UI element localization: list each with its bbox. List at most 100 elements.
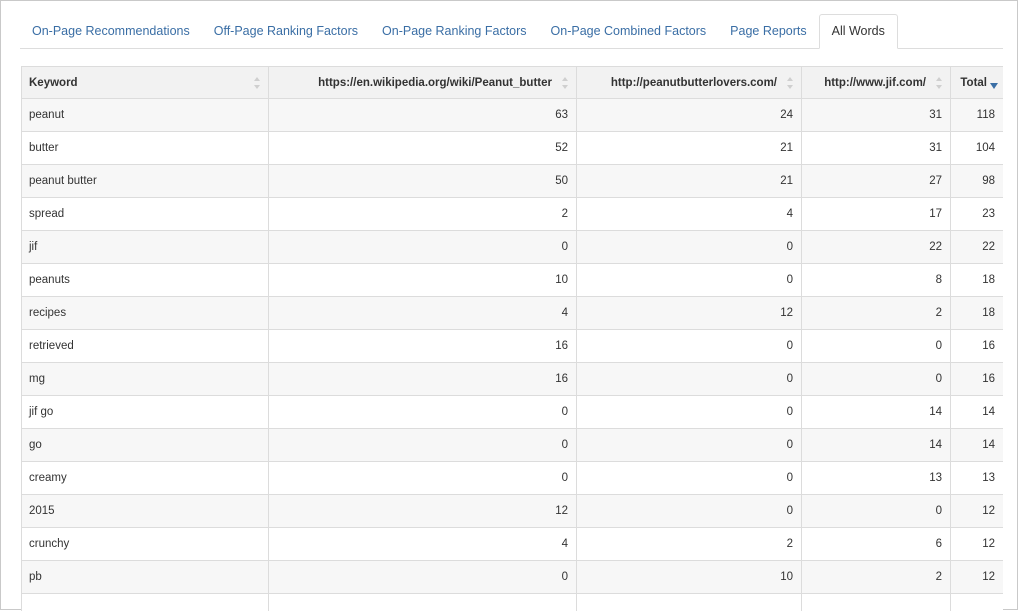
- cell-peanutbutterlovers-count: 21: [577, 165, 802, 198]
- column-header-label: Keyword: [29, 77, 78, 89]
- table-row: go001414: [22, 429, 1004, 462]
- table-row: [22, 594, 1004, 611]
- cell-wikipedia-count: 0: [269, 231, 577, 264]
- cell-peanutbutterlovers-count: 21: [577, 132, 802, 165]
- cell-jif-count: 13: [802, 462, 951, 495]
- cell-wikipedia-count: [269, 594, 577, 611]
- cell-jif-count: 31: [802, 99, 951, 132]
- cell-peanutbutterlovers-count: 2: [577, 528, 802, 561]
- tab-all-words[interactable]: All Words: [819, 14, 898, 49]
- cell-peanutbutterlovers-count: 4: [577, 198, 802, 231]
- column-header-peanutbutterlovers[interactable]: http://peanutbutterlovers.com/: [577, 67, 802, 99]
- cell-keyword: peanut butter: [22, 165, 269, 198]
- cell-jif-count: 2: [802, 561, 951, 594]
- cell-peanutbutterlovers-count: 0: [577, 363, 802, 396]
- cell-peanutbutterlovers-count: 10: [577, 561, 802, 594]
- cell-jif-count: 2: [802, 297, 951, 330]
- cell-jif-count: 0: [802, 363, 951, 396]
- cell-wikipedia-count: 0: [269, 561, 577, 594]
- tab-page-reports[interactable]: Page Reports: [718, 15, 818, 48]
- cell-jif-count: [802, 594, 951, 611]
- cell-total: 16: [951, 363, 1004, 396]
- cell-keyword: 2015: [22, 495, 269, 528]
- tab-on-page-recommendations[interactable]: On-Page Recommendations: [20, 15, 202, 48]
- cell-keyword: jif go: [22, 396, 269, 429]
- column-header-wikipedia[interactable]: https://en.wikipedia.org/wiki/Peanut_but…: [269, 67, 577, 99]
- cell-jif-count: 6: [802, 528, 951, 561]
- report-panel: On-Page Recommendations Off-Page Ranking…: [0, 0, 1018, 610]
- cell-keyword: butter: [22, 132, 269, 165]
- cell-peanutbutterlovers-count: 0: [577, 429, 802, 462]
- cell-total: 12: [951, 561, 1004, 594]
- cell-total: [951, 594, 1004, 611]
- table-row: 2015120012: [22, 495, 1004, 528]
- cell-wikipedia-count: 12: [269, 495, 577, 528]
- table-row: peanut632431118: [22, 99, 1004, 132]
- table-row: mg160016: [22, 363, 1004, 396]
- table-row: spread241723: [22, 198, 1004, 231]
- column-header-label: https://en.wikipedia.org/wiki/Peanut_but…: [318, 77, 552, 89]
- column-header-label: http://peanutbutterlovers.com/: [611, 77, 777, 89]
- column-header-keyword[interactable]: Keyword: [22, 67, 269, 99]
- sort-both-icon: [787, 77, 794, 89]
- cell-total: 22: [951, 231, 1004, 264]
- cell-wikipedia-count: 50: [269, 165, 577, 198]
- cell-total: 18: [951, 297, 1004, 330]
- sort-both-icon: [562, 77, 569, 89]
- cell-total: 12: [951, 495, 1004, 528]
- cell-wikipedia-count: 0: [269, 429, 577, 462]
- cell-total: 18: [951, 264, 1004, 297]
- table-body: peanut632431118butter522131104peanut but…: [22, 99, 1004, 611]
- cell-total: 13: [951, 462, 1004, 495]
- cell-keyword: retrieved: [22, 330, 269, 363]
- cell-keyword: mg: [22, 363, 269, 396]
- tab-on-page-combined-factors[interactable]: On-Page Combined Factors: [539, 15, 719, 48]
- cell-wikipedia-count: 63: [269, 99, 577, 132]
- column-header-total[interactable]: Total: [951, 67, 1004, 99]
- tab-off-page-ranking-factors[interactable]: Off-Page Ranking Factors: [202, 15, 370, 48]
- cell-peanutbutterlovers-count: 0: [577, 231, 802, 264]
- all-words-table: Keyword https://en.wikipedia.org/wiki/Pe…: [21, 66, 1003, 611]
- cell-jif-count: 22: [802, 231, 951, 264]
- cell-peanutbutterlovers-count: 24: [577, 99, 802, 132]
- table-row: recipes412218: [22, 297, 1004, 330]
- report-tabs: On-Page Recommendations Off-Page Ranking…: [20, 14, 1003, 49]
- cell-keyword: jif: [22, 231, 269, 264]
- cell-jif-count: 14: [802, 396, 951, 429]
- sort-descending-icon: [990, 83, 998, 89]
- cell-wikipedia-count: 16: [269, 363, 577, 396]
- cell-wikipedia-count: 2: [269, 198, 577, 231]
- cell-wikipedia-count: 16: [269, 330, 577, 363]
- column-header-jif[interactable]: http://www.jif.com/: [802, 67, 951, 99]
- cell-wikipedia-count: 0: [269, 462, 577, 495]
- table-row: jif002222: [22, 231, 1004, 264]
- cell-peanutbutterlovers-count: 0: [577, 330, 802, 363]
- cell-total: 16: [951, 330, 1004, 363]
- cell-jif-count: 8: [802, 264, 951, 297]
- cell-jif-count: 27: [802, 165, 951, 198]
- cell-total: 118: [951, 99, 1004, 132]
- table-row: peanuts100818: [22, 264, 1004, 297]
- sort-both-icon: [254, 77, 261, 89]
- table-row: pb010212: [22, 561, 1004, 594]
- cell-total: 12: [951, 528, 1004, 561]
- cell-jif-count: 17: [802, 198, 951, 231]
- cell-peanutbutterlovers-count: 12: [577, 297, 802, 330]
- cell-total: 98: [951, 165, 1004, 198]
- tab-on-page-ranking-factors[interactable]: On-Page Ranking Factors: [370, 15, 539, 48]
- cell-peanutbutterlovers-count: 0: [577, 495, 802, 528]
- cell-total: 23: [951, 198, 1004, 231]
- cell-wikipedia-count: 4: [269, 297, 577, 330]
- cell-total: 14: [951, 429, 1004, 462]
- column-header-label: Total: [960, 77, 987, 89]
- cell-keyword: go: [22, 429, 269, 462]
- table-row: peanut butter50212798: [22, 165, 1004, 198]
- table-row: crunchy42612: [22, 528, 1004, 561]
- cell-jif-count: 14: [802, 429, 951, 462]
- cell-wikipedia-count: 0: [269, 396, 577, 429]
- table-row: jif go001414: [22, 396, 1004, 429]
- cell-keyword: peanut: [22, 99, 269, 132]
- cell-keyword: creamy: [22, 462, 269, 495]
- cell-keyword: crunchy: [22, 528, 269, 561]
- cell-wikipedia-count: 52: [269, 132, 577, 165]
